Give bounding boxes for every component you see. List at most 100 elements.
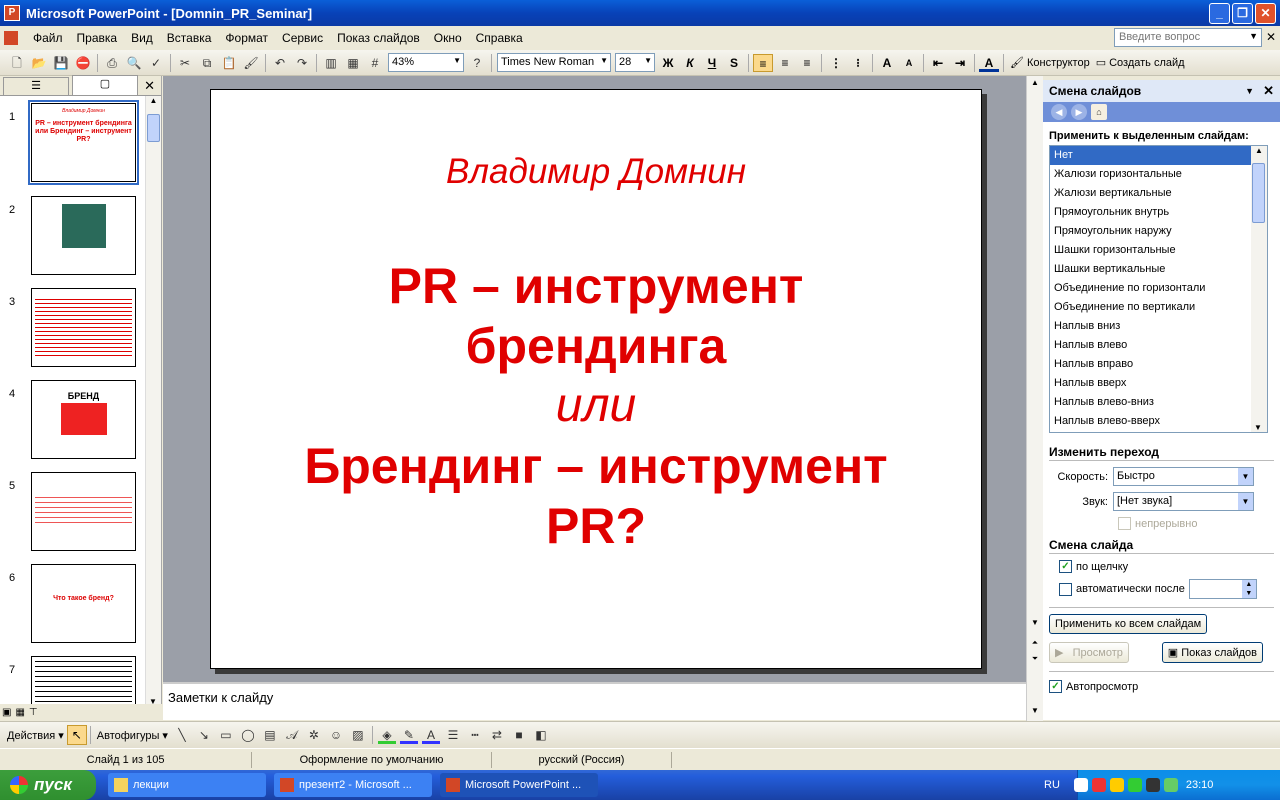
slide-thumbnail-1[interactable]: 1 Владимир Домнин PR – инструмент бренди… xyxy=(0,100,146,185)
slideshow-button[interactable]: ▣ Показ слайдов xyxy=(1161,642,1263,663)
align-left-icon[interactable]: ≡ xyxy=(753,53,773,72)
thumb-preview[interactable]: Владимир Домнин PR – инструмент брендинг… xyxy=(28,100,139,185)
open-icon[interactable]: 📂 xyxy=(30,54,48,72)
slideshow-view-icon[interactable]: ⊤ xyxy=(29,707,38,718)
arrow-icon[interactable]: ↘ xyxy=(195,726,213,744)
font-size-select[interactable]: 28 ▼ xyxy=(615,53,655,72)
list-item[interactable]: Наплыв влево-вниз xyxy=(1050,393,1267,412)
start-button[interactable]: пуск xyxy=(0,770,96,800)
list-item[interactable]: Жалюзи горизонтальные xyxy=(1050,165,1267,184)
bullets-icon[interactable]: ⁝ xyxy=(848,54,868,72)
italic-button[interactable]: К xyxy=(680,54,700,72)
underline-button[interactable]: Ч xyxy=(702,54,722,72)
list-item[interactable]: Наплыв вправо xyxy=(1050,355,1267,374)
select-pointer-icon[interactable]: ↖ xyxy=(66,725,87,745)
slide-thumbnail-5[interactable]: 5 xyxy=(0,472,146,552)
loop-checkbox[interactable] xyxy=(1118,517,1131,530)
scroll-up-icon[interactable]: ▲ xyxy=(1028,76,1042,90)
thumb-preview[interactable] xyxy=(31,196,136,275)
normal-view-icon[interactable]: ▣ xyxy=(2,707,11,718)
numbering-icon[interactable]: ⋮ xyxy=(826,54,846,72)
bold-button[interactable]: Ж xyxy=(658,54,678,72)
list-item[interactable]: Шашки вертикальные xyxy=(1050,260,1267,279)
tab-slides[interactable]: ▢ xyxy=(72,75,138,95)
taskbar-item-folder[interactable]: лекции xyxy=(108,773,266,797)
back-icon[interactable]: ◀ xyxy=(1051,104,1067,120)
oval-icon[interactable]: ◯ xyxy=(239,726,257,744)
current-slide[interactable]: Владимир Домнин PR – инструмент брендинг… xyxy=(210,89,982,669)
new-icon[interactable]: 🗋 xyxy=(8,54,26,72)
tab-outline[interactable]: ☰ xyxy=(3,77,69,95)
notes-scroll-down-icon[interactable]: ▼ xyxy=(1028,704,1042,718)
align-right-icon[interactable]: ≡ xyxy=(797,54,817,72)
decrease-indent-icon[interactable]: ⇤ xyxy=(928,54,948,72)
thumb-preview[interactable]: Что такое бренд? xyxy=(31,564,136,643)
scroll-thumb[interactable] xyxy=(147,114,160,142)
on-click-checkbox[interactable]: ✓ xyxy=(1059,560,1072,573)
forward-icon[interactable]: ▶ xyxy=(1071,104,1087,120)
taskbar-item-powerpoint[interactable]: Microsoft PowerPoint ... xyxy=(440,773,598,797)
rectangle-icon[interactable]: ▭ xyxy=(217,726,235,744)
scroll-down-icon[interactable]: ▼ xyxy=(1028,616,1042,630)
autoshapes-menu[interactable]: Автофигуры ▾ xyxy=(97,729,168,742)
line-style-icon[interactable]: ☰ xyxy=(444,726,462,744)
apply-to-all-button[interactable]: Применить ко всем слайдам xyxy=(1049,614,1208,634)
paste-icon[interactable]: 📋 xyxy=(220,54,238,72)
help-icon[interactable]: ? xyxy=(468,54,486,72)
auto-after-spinner[interactable]: ▲ ▼ xyxy=(1188,579,1257,599)
antivirus-icon[interactable] xyxy=(1091,778,1106,792)
copy-icon[interactable]: ⧉ xyxy=(198,54,216,72)
format-painter-icon[interactable]: 🖌 xyxy=(242,54,260,72)
slide-thumbnail-4[interactable]: 4 БРЕНД xyxy=(0,380,146,460)
new-slide-button[interactable]: ▭ Создать слайд xyxy=(1096,56,1185,70)
line-icon[interactable]: ╲ xyxy=(173,726,191,744)
cut-icon[interactable]: ✂ xyxy=(176,54,194,72)
font-color-icon[interactable]: A xyxy=(421,726,440,744)
auto-after-checkbox[interactable] xyxy=(1059,582,1072,596)
shadow-button[interactable]: S xyxy=(724,54,744,72)
slide-thumbnail-3[interactable]: 3 xyxy=(0,288,146,368)
minimize-button[interactable]: _ xyxy=(1209,3,1230,24)
sound-select[interactable]: [Нет звука] ▼ xyxy=(1113,492,1254,511)
document-icon[interactable] xyxy=(4,31,18,45)
list-item[interactable]: Наплыв вверх xyxy=(1050,374,1267,393)
insert-chart-icon[interactable]: ▥ xyxy=(322,54,340,72)
chevron-down-icon[interactable]: ▼ xyxy=(1245,86,1254,96)
scroll-down-icon[interactable]: ▼ xyxy=(1251,423,1265,432)
wordart-icon[interactable]: 𝒜 xyxy=(283,726,301,744)
chevron-down-icon[interactable]: ▼ xyxy=(1249,31,1258,41)
zoom-select[interactable]: 43% ▼ xyxy=(388,53,464,72)
print-preview-icon[interactable]: 🔍 xyxy=(125,54,143,72)
transition-list[interactable]: Нет Жалюзи горизонтальные Жалюзи вертика… xyxy=(1049,145,1268,433)
fill-color-icon[interactable]: ◈ xyxy=(377,726,396,744)
slide-title[interactable]: PR – инструмент брендинга или Брендинг –… xyxy=(211,256,981,556)
textbox-icon[interactable]: ▤ xyxy=(261,726,279,744)
autopreview-checkbox[interactable]: ✓ xyxy=(1049,680,1062,693)
arrow-style-icon[interactable]: ⇄ xyxy=(488,726,506,744)
list-item[interactable]: Наплыв влево-вверх xyxy=(1050,412,1267,431)
preview-button[interactable]: ▶ Просмотр xyxy=(1049,642,1129,663)
thumb-preview[interactable] xyxy=(31,656,136,706)
menu-file[interactable]: Файл xyxy=(26,29,70,47)
update-icon[interactable] xyxy=(1127,778,1142,792)
slide-thumbnail-6[interactable]: 6 Что такое бренд? xyxy=(0,564,146,644)
diagram-icon[interactable]: ✲ xyxy=(305,726,323,744)
slide-thumbnail-7[interactable]: 7 xyxy=(0,656,146,706)
speed-select[interactable]: Быстро ▼ xyxy=(1113,467,1254,486)
menu-window[interactable]: Окно xyxy=(427,29,469,47)
save-icon[interactable]: 💾 xyxy=(52,54,70,72)
line-color-icon[interactable]: ✎ xyxy=(399,726,418,744)
align-center-icon[interactable]: ≡ xyxy=(775,54,795,72)
print-icon[interactable]: ⎙ xyxy=(103,54,121,72)
shadow-style-icon[interactable]: ■ xyxy=(510,726,528,744)
maximize-button[interactable]: ❐ xyxy=(1232,3,1253,24)
designer-button[interactable]: 🖌 Конструктор xyxy=(1010,56,1090,70)
messenger-icon[interactable] xyxy=(1109,778,1124,792)
notes-pane[interactable]: Заметки к слайду xyxy=(163,682,1026,720)
list-item[interactable]: Жалюзи вертикальные xyxy=(1050,184,1267,203)
slide-thumbnail-2[interactable]: 2 xyxy=(0,196,146,276)
menu-tools[interactable]: Сервис xyxy=(275,29,330,47)
menu-help[interactable]: Справка xyxy=(469,29,530,47)
taskbar-item-presentation[interactable]: презент2 - Microsoft ... xyxy=(274,773,432,797)
picture-icon[interactable]: ▨ xyxy=(349,726,367,744)
